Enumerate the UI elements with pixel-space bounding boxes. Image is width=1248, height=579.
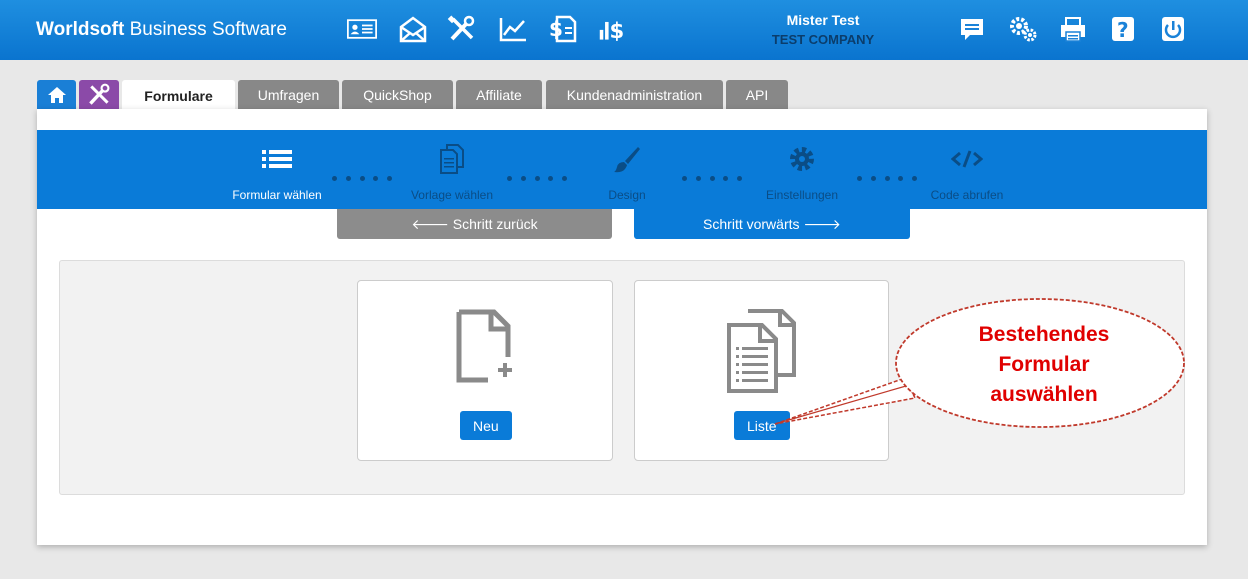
envelope-icon[interactable] [396, 13, 430, 45]
tab-tools[interactable] [79, 80, 119, 110]
user-name: Mister Test [786, 12, 860, 28]
tab-home[interactable] [37, 80, 76, 110]
chat-icon[interactable] [955, 13, 989, 45]
svg-text:$: $ [609, 18, 624, 43]
list-form-button[interactable]: Liste [734, 411, 790, 440]
brand-logo[interactable]: Worldsoft Business Software [36, 19, 287, 41]
help-icon[interactable]: ? [1106, 13, 1140, 45]
tab-affiliate[interactable]: Affiliate [456, 80, 542, 110]
documents-list-icon [726, 309, 796, 393]
new-document-icon [456, 309, 512, 383]
step-connector [507, 176, 567, 182]
step-label: Code abrufen [930, 188, 1004, 202]
dollar-document-icon[interactable]: $ [546, 13, 580, 45]
tab-formulare[interactable]: Formulare [122, 80, 235, 112]
svg-text:?: ? [1117, 18, 1129, 42]
svg-text:$: $ [549, 17, 563, 41]
tab-quickshop[interactable]: QuickShop [342, 80, 453, 110]
tools-icon [89, 83, 110, 105]
step-formular-waehlen[interactable]: Formular wählen [212, 144, 342, 202]
step-label: Formular wählen [232, 188, 322, 202]
line-chart-icon[interactable] [496, 13, 530, 45]
brush-icon [614, 147, 640, 173]
step-design[interactable]: Design [562, 144, 692, 202]
step-connector [332, 176, 392, 182]
bar-dollar-icon[interactable]: $ [596, 13, 630, 45]
tab-api[interactable]: API [726, 80, 788, 110]
gears-icon[interactable] [1006, 13, 1040, 45]
documents-icon [440, 144, 464, 174]
step-label: Vorlage wählen [410, 188, 494, 202]
step-vorlage-waehlen[interactable]: Vorlage wählen [387, 144, 517, 202]
power-icon[interactable] [1156, 13, 1190, 45]
company-name: TEST COMPANY [771, 32, 875, 47]
tools-icon[interactable] [445, 13, 479, 45]
home-icon [47, 87, 66, 103]
step-label: Einstellungen [765, 188, 839, 202]
tab-kundenadministration[interactable]: Kundenadministration [546, 80, 723, 110]
top-header: Worldsoft Business Software $ $ Mister T… [0, 0, 1248, 60]
code-icon [951, 150, 983, 168]
tab-umfragen[interactable]: Umfragen [238, 80, 339, 110]
step-code-abrufen[interactable]: Code abrufen [902, 144, 1032, 202]
step-einstellungen[interactable]: Einstellungen [737, 144, 867, 202]
step-connector [682, 176, 742, 182]
list-icon [262, 150, 292, 168]
step-label: Design [608, 188, 646, 202]
list-form-card[interactable]: Liste [634, 280, 889, 461]
wizard-steps: Formular wählen Vorlage wählen Design Ei… [37, 130, 1207, 209]
user-info[interactable]: Mister Test TEST COMPANY [740, 12, 906, 47]
callout-text: Bestehendes Formular auswählen [978, 323, 1110, 406]
new-form-card[interactable]: Neu [357, 280, 613, 461]
step-forward-button[interactable]: Schritt vorwärts 🡒 [634, 209, 910, 239]
gear-icon [790, 147, 814, 171]
step-back-button[interactable]: 🡐 Schritt zurück [337, 209, 612, 239]
printer-icon[interactable] [1056, 13, 1090, 45]
id-card-icon[interactable] [345, 13, 379, 45]
new-form-button[interactable]: Neu [460, 411, 512, 440]
